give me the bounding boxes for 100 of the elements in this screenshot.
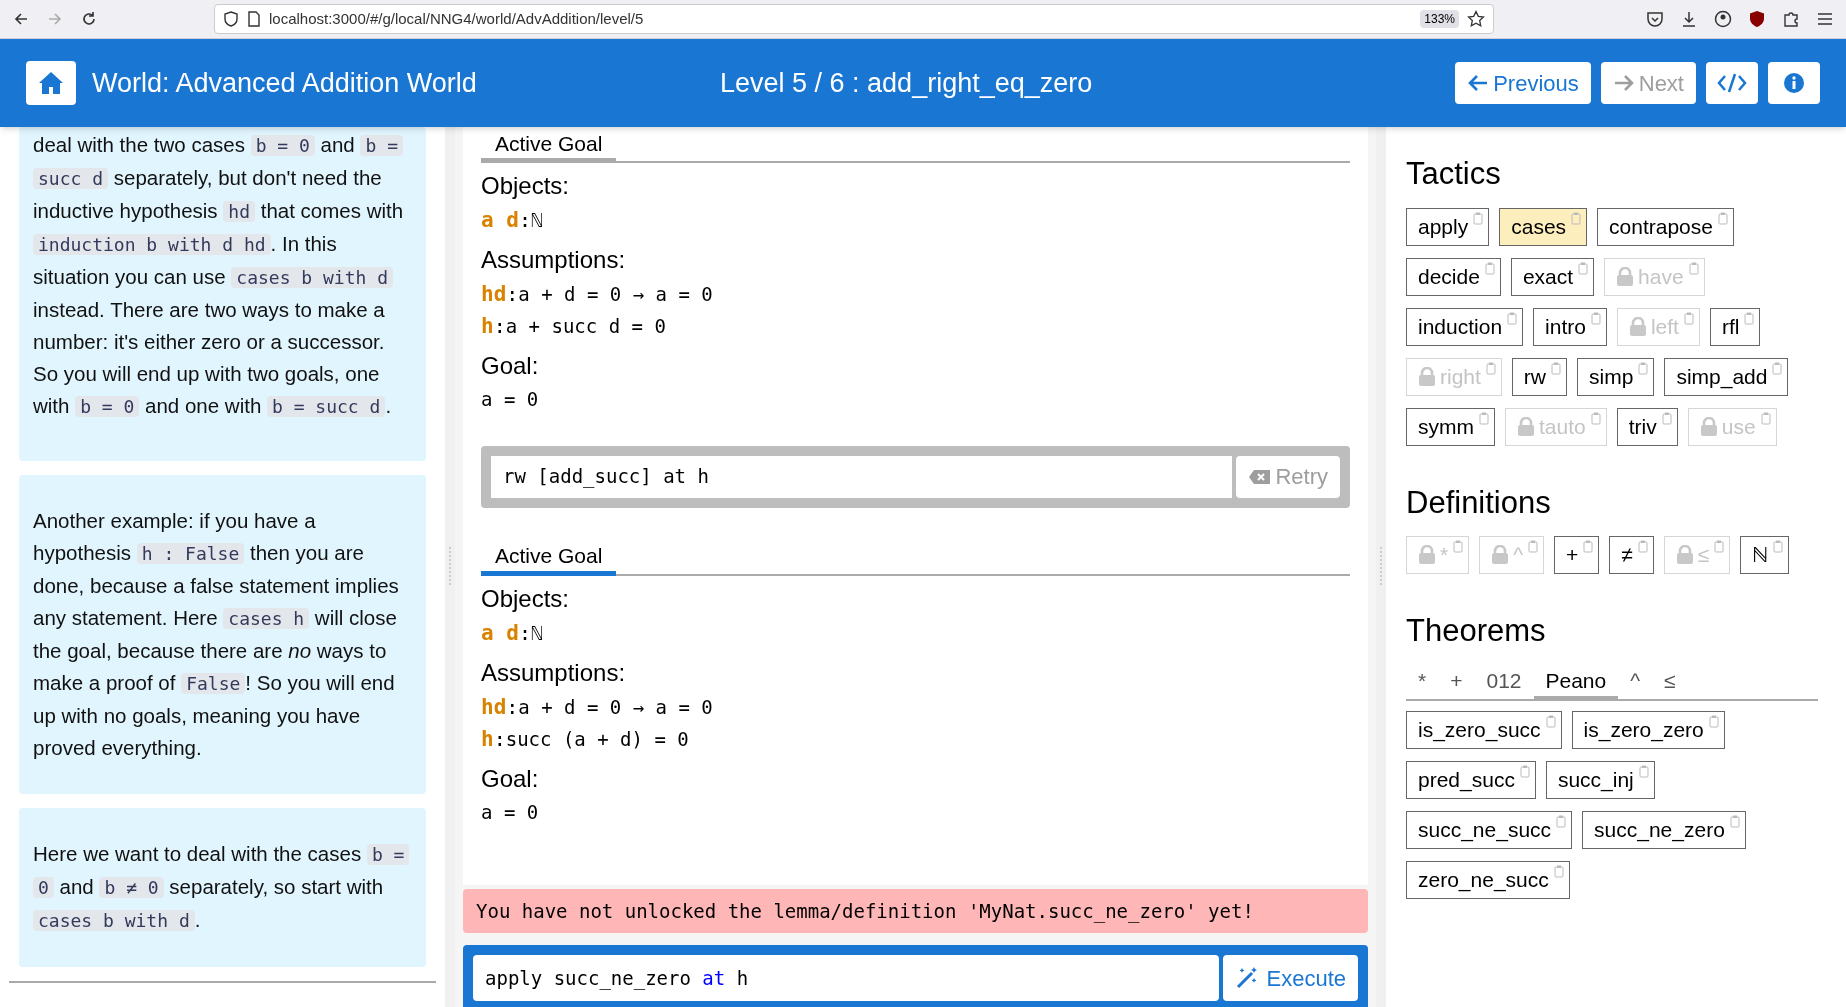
hypothesis-name: hd <box>481 281 507 308</box>
clipboard-icon <box>1453 540 1464 553</box>
goal-tab[interactable]: Active Goal <box>481 129 617 163</box>
command-input[interactable]: apply succ_ne_zero at h <box>473 955 1219 1001</box>
reload-icon[interactable] <box>80 10 98 28</box>
tactic-chip[interactable]: rfl <box>1709 307 1761 346</box>
tactic-chip[interactable]: cases <box>1499 207 1588 246</box>
variable-names: a d <box>481 619 519 647</box>
section-title: Tactics <box>1406 155 1502 193</box>
puzzle-icon[interactable] <box>1782 10 1800 28</box>
tactic-chip[interactable]: succ_ne_succ <box>1406 810 1573 849</box>
shield-extension-icon[interactable] <box>1748 10 1766 28</box>
hypothesis-type: ℕ <box>531 208 543 233</box>
level-title: Level 5 / 6 : add_right_eq_zero <box>720 66 1093 100</box>
account-icon[interactable] <box>1714 10 1732 28</box>
hint-text: Another example: if you have a hypothesis h : False then you are done, because a false statement implies any statement. Here cases h will close the goal, because there are no ways to make a proof of False ! So you will end up with no goals, meaning you have proved everything. <box>33 508 400 761</box>
zoom-level[interactable]: 133% <box>1420 10 1459 28</box>
tactic-chip[interactable]: triv <box>1616 407 1678 446</box>
execute-button[interactable]: Execute <box>1222 955 1358 1001</box>
colon: : <box>506 281 519 308</box>
url-text: localhost:3000/#/g/local/NNG4/world/AdvAddition/level/5 <box>269 8 645 29</box>
clipboard-icon <box>1528 540 1539 553</box>
clipboard-icon <box>1519 764 1530 778</box>
clipboard-icon <box>1772 361 1783 375</box>
clipboard-icon <box>1744 311 1755 325</box>
colon: : <box>506 693 519 721</box>
clipboard-icon <box>1714 540 1725 553</box>
hypothesis-type: succ (a + d) = 0 <box>505 726 689 752</box>
tactic-chip[interactable]: symm <box>1406 407 1495 446</box>
theorem-tab[interactable]: 012 <box>1474 664 1534 701</box>
tactic-chip[interactable]: rw <box>1511 357 1568 396</box>
home-button[interactable] <box>26 61 76 105</box>
variable-names: a d <box>481 207 519 234</box>
download-icon[interactable] <box>1680 10 1698 28</box>
tactic-chip[interactable]: pred_succ <box>1406 760 1536 799</box>
clipboard-icon <box>1729 814 1740 828</box>
info-button[interactable] <box>1768 62 1820 104</box>
clipboard-icon <box>1556 814 1567 828</box>
clipboard-icon <box>1583 540 1594 553</box>
menu-icon[interactable] <box>1816 10 1834 28</box>
tactic-chip[interactable]: exact <box>1510 257 1595 296</box>
star-icon[interactable] <box>1467 10 1485 28</box>
code-button[interactable] <box>1706 62 1758 104</box>
section-heading: Objects: <box>481 583 571 614</box>
tactic-chip[interactable]: succ_inj <box>1545 760 1655 799</box>
hypothesis-type: a + d = 0 → a = 0 <box>518 694 713 720</box>
lock-icon <box>1675 545 1694 565</box>
goal-expression: a = 0 <box>481 799 540 825</box>
hypothesis-name: h <box>481 313 494 340</box>
theorem-tab[interactable]: ^ <box>1618 664 1653 701</box>
tactic-chip[interactable]: ℕ <box>1740 536 1790 574</box>
hypothesis-type: a + succ d = 0 <box>505 314 666 339</box>
clipboard-icon <box>1484 261 1495 275</box>
command-text: rw [add_succ] at h <box>491 455 1233 498</box>
tactic-chip[interactable]: intro <box>1533 307 1607 346</box>
lock-icon <box>1491 545 1510 565</box>
clipboard-icon <box>1473 211 1484 225</box>
clipboard-icon <box>1553 864 1564 878</box>
clipboard-icon <box>1590 411 1601 425</box>
shield-icon <box>223 11 239 27</box>
tactic-chip[interactable]: induction <box>1406 307 1524 346</box>
lock-icon <box>1628 316 1647 337</box>
tactic-chip[interactable]: simp <box>1577 357 1655 396</box>
section-heading: Assumptions: <box>481 657 627 688</box>
tactic-chip[interactable]: decide <box>1406 257 1501 296</box>
lock-icon <box>1699 416 1718 437</box>
section-heading: Objects: <box>481 171 571 201</box>
tactic-chip[interactable]: ≠ <box>1609 536 1654 574</box>
drag-handle-icon[interactable] <box>448 547 452 587</box>
tactic-chip[interactable]: succ_ne_zero <box>1582 810 1746 849</box>
theorem-tab[interactable]: * <box>1406 664 1439 701</box>
clipboard-icon <box>1773 540 1784 553</box>
tactic-chip[interactable]: is_zero_succ <box>1406 710 1562 749</box>
section-title: Theorems <box>1406 612 1547 650</box>
clipboard-icon <box>1688 261 1699 275</box>
tactic-chip[interactable]: zero_ne_succ <box>1406 860 1570 899</box>
clipboard-icon <box>1545 714 1556 728</box>
previous-button[interactable]: Previous <box>1455 62 1591 104</box>
clipboard-icon <box>1760 411 1771 425</box>
tactic-chip[interactable]: is_zero_zero <box>1571 710 1725 749</box>
lock-icon <box>1418 366 1436 387</box>
clipboard-icon <box>1637 540 1648 553</box>
theorem-tab[interactable]: Peano <box>1533 664 1619 701</box>
colon: : <box>493 313 506 340</box>
drag-handle-icon[interactable] <box>1379 547 1383 587</box>
address-bar[interactable]: localhost:3000/#/g/local/NNG4/world/AdvAddition/level/5 133% <box>214 4 1494 34</box>
tactic-chip[interactable]: apply <box>1406 207 1490 246</box>
clipboard-icon <box>1590 311 1601 325</box>
tactic-chip[interactable]: simp_add <box>1664 357 1789 396</box>
colon: : <box>518 207 531 234</box>
theorem-tab[interactable]: + <box>1438 664 1475 701</box>
hypothesis-type: ℕ <box>531 620 543 646</box>
hint-text: deal with the two cases b = 0 and b = succ d separately, but don't need the inductive hypothesis hd that comes with induction b with d hd . In this situation you can use cases b with d instead. There are two ways to make a number: it's either zero or a successor. So you will end up with two goals, one with b = 0 and one with b = succ d . <box>33 132 405 419</box>
hypothesis-name: h <box>481 725 494 753</box>
tactic-chip[interactable]: + <box>1554 536 1600 574</box>
lock-icon <box>1517 416 1535 437</box>
goal-tab[interactable]: Active Goal <box>481 541 617 576</box>
theorem-tab[interactable]: ≤ <box>1652 664 1688 701</box>
colon: : <box>493 725 506 753</box>
tactic-chip[interactable]: contrapose <box>1597 207 1734 246</box>
